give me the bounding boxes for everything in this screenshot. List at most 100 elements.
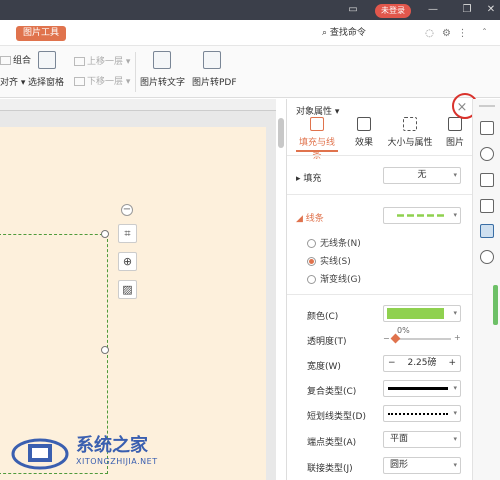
title-bar: ▭ 未登录 — ❐ ✕ [0, 0, 500, 20]
status-indicator [493, 285, 498, 325]
tab-effects-label: 效果 [354, 138, 373, 148]
help-icon[interactable]: ◌ [423, 27, 436, 40]
chevron-down-icon: ▾ [453, 461, 457, 469]
minus-icon: − [383, 334, 390, 343]
panel-title-text: 对象属性 [296, 107, 333, 117]
slider-thumb[interactable] [390, 333, 401, 344]
dash-line-preview [388, 413, 448, 415]
login-button[interactable]: 未登录 [375, 4, 411, 18]
compound-type-dropdown[interactable]: ▾ [383, 380, 461, 397]
tab-size-and-properties[interactable]: 大小与属性 [387, 117, 433, 148]
toolbar-grip [479, 105, 495, 107]
watermark-url: XITONGZHIJIA.NET [76, 457, 158, 466]
send-backward-icon [74, 77, 85, 86]
chevron-down-icon: ▾ [453, 435, 457, 443]
gear-icon[interactable]: ⚙ [440, 27, 453, 40]
collapse-ribbon-icon[interactable]: ˆ [478, 27, 491, 40]
collapse-tools-icon[interactable]: − [121, 204, 133, 216]
decrease-icon[interactable]: − [388, 356, 396, 371]
chevron-down-icon: ▾ [453, 409, 457, 417]
send-backward-label: 下移一层 [87, 77, 124, 87]
watermark-brand: 系统之家 [76, 435, 148, 456]
zoom-icon[interactable]: ⊕ [118, 252, 137, 271]
line-section-toggle[interactable]: ◢ 线条 [296, 211, 324, 224]
properties-icon[interactable] [480, 224, 494, 238]
resize-handle-top-right[interactable] [101, 230, 109, 238]
color-label: 颜色(C) [307, 312, 339, 322]
radio-button-selected [307, 257, 316, 266]
fill-dropdown[interactable]: 无 ▾ [383, 167, 461, 184]
vertical-scrollbar[interactable] [278, 118, 284, 148]
bring-forward-button[interactable]: 上移一层 ▾ [74, 54, 130, 67]
share-icon[interactable] [480, 147, 494, 161]
cap-type-label: 端点类型(A) [307, 438, 357, 448]
crop-icon[interactable]: ⌗ [118, 224, 137, 243]
line-style-dropdown[interactable]: ▾ [383, 207, 461, 224]
window-mode-icon[interactable]: ▭ [346, 3, 360, 17]
shape-icon[interactable] [480, 199, 494, 213]
search-command[interactable]: ⌕ 查找命令 [322, 26, 366, 41]
selection-pane-button[interactable]: 选择窗格 [28, 75, 64, 88]
transparency-value: 0% [397, 326, 410, 335]
restore-button[interactable]: ❐ [460, 3, 474, 17]
radio-button [307, 275, 316, 284]
color-swatch [387, 308, 444, 319]
line-label: 线条 [305, 214, 324, 224]
picture-to-pdf-button[interactable]: 图片转PDF [192, 75, 237, 88]
style-icon[interactable]: ▨ [118, 280, 137, 299]
join-type-value: 圆形 [390, 460, 409, 470]
panel-title: 对象属性 ▾ [296, 107, 340, 117]
search-icon: ⌕ [322, 28, 328, 38]
cap-type-value: 平面 [390, 434, 409, 444]
effects-icon [357, 117, 371, 131]
more-icon[interactable]: ⋮ [456, 27, 469, 40]
active-tab-indicator [296, 150, 338, 152]
color-picker[interactable]: ▾ [383, 305, 461, 322]
join-type-dropdown[interactable]: 圆形 ▾ [383, 457, 461, 474]
width-stepper[interactable]: − 2.25磅 + [383, 355, 461, 372]
picture-to-pdf-icon [203, 51, 221, 69]
close-window-button[interactable]: ✕ [484, 3, 498, 17]
chevron-down-icon: ▾ [453, 309, 457, 317]
search-command-label: 查找命令 [329, 28, 366, 38]
dashed-line-preview [397, 214, 447, 217]
increase-icon[interactable]: + [448, 356, 456, 371]
selection-pane-icon [38, 51, 56, 69]
dash-type-dropdown[interactable]: ▾ [383, 405, 461, 422]
fill-label: 填充 [303, 174, 322, 184]
transparency-label: 透明度(T) [307, 337, 347, 347]
ribbon-tab-row: 图片工具 ⌕ 查找命令 ◌ ⚙ ⋮ ˆ [0, 20, 500, 46]
divider [287, 294, 473, 295]
radio-no-line[interactable]: 无线条(N) [307, 236, 361, 249]
combine-button[interactable]: 组合 [0, 53, 31, 66]
minimize-button[interactable]: — [426, 3, 440, 17]
fill-section-toggle[interactable]: ▸ 填充 [296, 171, 321, 184]
tab-picture-tools[interactable]: 图片工具 [16, 26, 67, 41]
radio-no-line-label: 无线条(N) [320, 239, 361, 249]
send-backward-button[interactable]: 下移一层 ▾ [74, 74, 130, 87]
chevron-down-icon: ▾ [453, 384, 457, 392]
resize-handle-right[interactable] [101, 346, 109, 354]
picture-to-text-icon [153, 51, 171, 69]
radio-gradient-line-label: 渐变线(G) [320, 275, 361, 285]
cap-type-dropdown[interactable]: 平面 ▾ [383, 431, 461, 448]
document-canvas[interactable]: − ⌗ ⊕ ▨ [0, 99, 276, 480]
divider [287, 194, 473, 195]
picture-to-text-button[interactable]: 图片转文字 [140, 75, 185, 88]
radio-solid-line-label: 实线(S) [320, 257, 351, 267]
tab-picture[interactable]: 图片 [443, 117, 467, 148]
copy-icon[interactable] [480, 121, 494, 135]
width-value: 2.25磅 [407, 358, 437, 368]
align-button[interactable]: 对齐 ▾ [0, 75, 25, 88]
archive-icon[interactable] [480, 173, 494, 187]
history-icon[interactable] [480, 250, 494, 264]
tab-effects[interactable]: 效果 [347, 117, 381, 148]
paint-bucket-icon [310, 117, 324, 131]
radio-solid-line[interactable]: 实线(S) [307, 254, 351, 267]
plus-icon: + [454, 333, 461, 342]
document-page[interactable] [0, 127, 266, 480]
bring-forward-label: 上移一层 [87, 57, 124, 67]
radio-gradient-line[interactable]: 渐变线(G) [307, 272, 361, 285]
radio-button [307, 239, 316, 248]
transparency-slider[interactable]: − 0% + [383, 326, 461, 348]
